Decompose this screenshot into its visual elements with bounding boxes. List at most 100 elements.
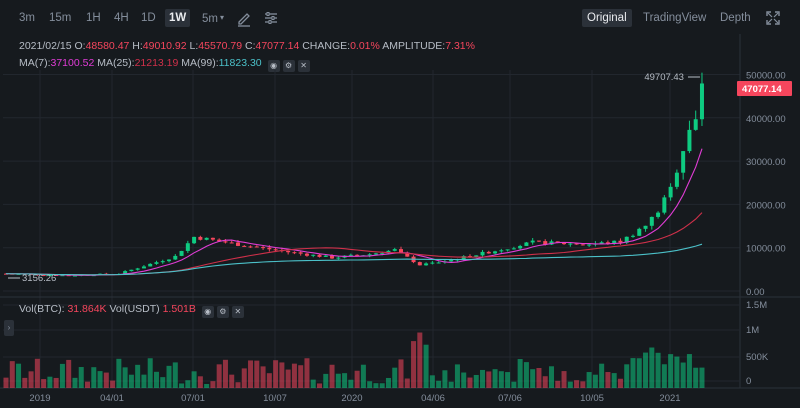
volume-bar — [260, 366, 266, 388]
candle-body — [242, 245, 247, 247]
volume-bar — [110, 380, 116, 388]
timeframe-1h[interactable]: 1H — [86, 9, 101, 27]
volume-bar — [586, 372, 592, 388]
ma99-value: 11823.30 — [218, 57, 262, 69]
draw-pen-icon[interactable] — [235, 9, 253, 27]
time-axis-label: 07/01 — [181, 393, 205, 404]
volume-bar — [411, 341, 417, 388]
candle-body — [129, 269, 134, 272]
candle-body — [22, 273, 27, 275]
candle-body — [60, 275, 65, 277]
candle-body — [530, 240, 535, 243]
collapse-panel-button[interactable]: › — [4, 320, 14, 336]
view-tab-depth[interactable]: Depth — [720, 9, 751, 27]
volume-bar — [404, 378, 410, 388]
timeframe-1d[interactable]: 1D — [141, 9, 156, 27]
volume-bar — [298, 365, 304, 388]
candle-body — [605, 242, 610, 244]
ma7-value: 37100.52 — [50, 57, 95, 69]
close-icon[interactable]: ✕ — [297, 60, 310, 72]
volume-bar — [367, 381, 373, 388]
vol-settings-icon[interactable]: ⚙ — [216, 306, 229, 318]
volume-bar — [291, 363, 297, 388]
volume-bar — [517, 359, 523, 388]
volume-bar — [511, 381, 517, 388]
volume-bar — [473, 374, 479, 388]
settings-icon[interactable]: ⚙ — [282, 60, 295, 72]
volume-bar — [599, 363, 605, 388]
candle-body — [599, 242, 604, 244]
volume-bar — [624, 364, 630, 388]
candle-body — [311, 254, 316, 256]
candle-body — [317, 254, 322, 257]
interval-dropdown[interactable]: 5m ▾ — [202, 9, 224, 27]
volume-bar — [153, 371, 159, 388]
candle-body — [47, 274, 52, 276]
high-marker-label: 49707.43 — [644, 72, 684, 83]
candle-body — [267, 247, 272, 250]
volume-bar — [41, 379, 47, 388]
volume-bar — [417, 332, 423, 388]
view-tab-original[interactable]: Original — [582, 9, 632, 27]
vol-eye-icon[interactable]: ◉ — [201, 306, 214, 318]
candle-body — [524, 242, 529, 246]
candle-body — [562, 242, 567, 245]
volume-bar — [486, 371, 492, 388]
volume-bar — [423, 344, 429, 388]
volume-bar — [555, 380, 561, 388]
volume-bar — [9, 361, 15, 388]
volume-bar — [661, 364, 667, 388]
candle-body — [424, 263, 429, 266]
volume-bar — [548, 366, 554, 388]
timeframe-3m[interactable]: 3m — [19, 9, 35, 27]
view-tab-tradingview[interactable]: TradingView — [643, 9, 706, 27]
candle-body — [254, 246, 259, 248]
timeframe-1w[interactable]: 1W — [165, 9, 191, 27]
volume-bar — [91, 367, 97, 388]
open-label: O: — [74, 40, 86, 52]
volume-bar — [22, 377, 28, 388]
volume-axis-label: 0 — [746, 376, 751, 387]
volume-bar — [47, 376, 53, 388]
volume-bar — [699, 367, 705, 388]
volume-bar — [72, 377, 78, 388]
high-label: H: — [132, 40, 143, 52]
eye-icon[interactable]: ◉ — [267, 60, 280, 72]
volume-bar — [222, 359, 228, 388]
candle-date: 2021/02/15 — [19, 40, 72, 52]
volume-axis-label: 500K — [746, 352, 769, 363]
volume-bar — [273, 360, 279, 388]
fullscreen-icon[interactable] — [764, 9, 782, 27]
timeframe-15m[interactable]: 15m — [49, 9, 71, 27]
volume-bar — [204, 383, 210, 388]
volume-bar — [436, 380, 442, 388]
candle-body — [91, 275, 96, 277]
time-axis-label: 10/07 — [263, 393, 287, 404]
volume-bar — [561, 371, 567, 388]
time-axis-label: 04/01 — [100, 393, 124, 404]
ohlc-info: 2021/02/15 O:48580.47 H:49010.92 L:45570… — [19, 40, 475, 52]
open-value: 48580.47 — [85, 40, 130, 52]
candle-body — [248, 246, 253, 248]
candle-body — [624, 236, 629, 243]
close-label: C: — [245, 40, 256, 52]
candle-body — [110, 274, 115, 276]
volume-bar — [16, 363, 22, 388]
timeframe-4h[interactable]: 4H — [114, 9, 129, 27]
vol-close-icon[interactable]: ✕ — [231, 306, 244, 318]
volume-bar — [323, 373, 329, 388]
candle-body — [10, 273, 15, 275]
volume-bar — [523, 362, 529, 388]
candle-body — [141, 266, 146, 269]
indicator-settings-icon[interactable] — [262, 9, 280, 27]
volume-bar — [461, 372, 467, 388]
candle-body — [185, 243, 190, 251]
volume-bar — [342, 373, 348, 388]
candle-body — [643, 225, 648, 229]
volume-bar — [567, 381, 573, 388]
candle-body — [217, 239, 222, 242]
volume-bar — [229, 374, 235, 388]
volume-bar — [649, 347, 655, 388]
candle-body — [192, 236, 197, 244]
volume-bar — [454, 364, 460, 388]
